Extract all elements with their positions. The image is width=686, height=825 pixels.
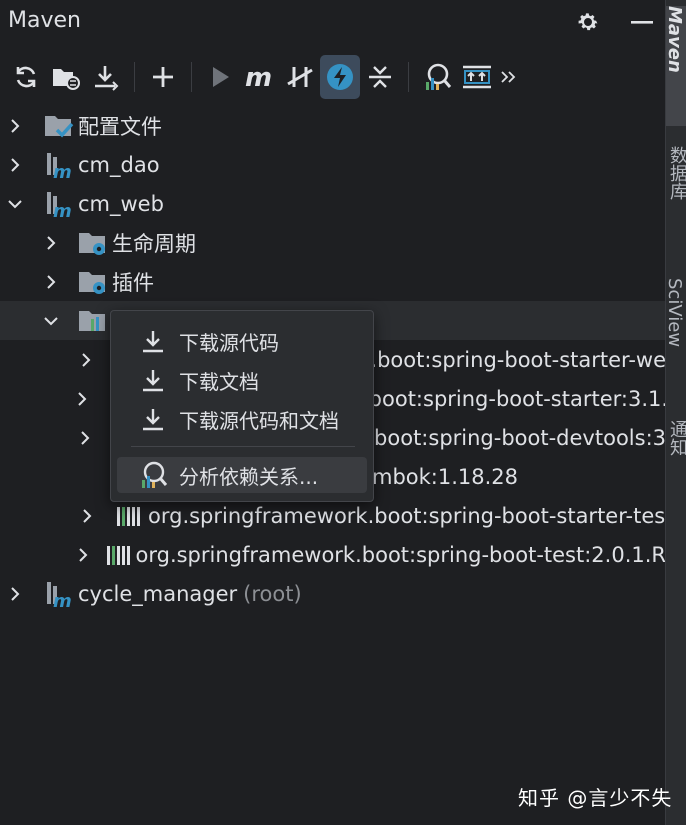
minimize-icon[interactable] [628,8,656,36]
strip-tab-sciview[interactable]: SciView [666,278,686,388]
menu-item-download-sources[interactable]: 下载源代码 [117,323,367,359]
chevron-right-icon[interactable] [74,347,98,373]
chevron-right-icon[interactable] [38,230,64,256]
chevron-right-icon[interactable] [74,542,92,568]
menu-item-analyze-dependencies[interactable]: 分析依赖关系... [117,457,367,493]
reload-icon[interactable] [6,55,46,99]
dependencies-folder-icon [76,306,110,336]
right-tool-strip: Maven 数据库 SciView 通知 [665,0,686,825]
download-icon[interactable] [86,55,126,99]
chevron-right-icon[interactable] [74,503,100,529]
run-icon[interactable] [200,55,240,99]
settings-gear-icon[interactable] [574,8,602,36]
tree-node-label: cm_web [78,191,164,216]
chevron-right-icon[interactable] [2,152,28,178]
maven-toolbar: m [0,52,666,102]
tree-node-label: org.springframework.boot:spring-boot-tes… [135,542,667,567]
analyze-dependencies-icon [133,460,173,490]
tree-node-lifecycle[interactable]: 生命周期 [0,223,666,262]
tree-node-label: .boot:spring-boot-devtools:3 [367,425,666,450]
tree-node-label: 插件 [112,270,154,295]
svg-text:m: m [53,162,72,179]
menu-item-label: 下载源代码和文档 [179,408,339,433]
toggle-offline-icon[interactable] [280,55,320,99]
tree-node-dependency[interactable]: org.springframework.boot:spring-boot-tes… [0,535,666,574]
library-icon [104,540,134,570]
maven-module-icon: m [42,579,76,609]
analyze-dependencies-icon[interactable] [417,55,457,99]
strip-tab-database[interactable]: 数据库 [666,146,686,246]
menu-item-label: 分析依赖关系... [179,464,319,489]
svg-text:m: m [245,63,272,91]
tree-node-label: 生命周期 [112,231,196,256]
menu-item-download-docs[interactable]: 下载文档 [117,362,367,398]
tree-node-module[interactable]: m cycle_manager (root) [0,574,666,613]
maven-module-icon: m [42,189,76,219]
watermark: 知乎 @言少不失 [518,786,673,810]
tree-node-label: .boot:spring-boot-starter:3.1. [362,386,666,411]
chevron-right-icon[interactable] [74,386,90,412]
menu-item-download-sources-and-docs[interactable]: 下载源代码和文档 [117,401,367,437]
tree-node-label: mbok:1.18.28 [372,464,519,489]
profiles-folder-icon [42,111,76,141]
tree-node-label: 配置文件 [78,114,162,139]
svg-text:m: m [53,201,72,218]
tree-node-profiles[interactable]: 配置文件 [0,106,666,145]
chevron-right-icon[interactable] [74,425,95,451]
strip-tab-maven[interactable]: Maven [666,6,686,126]
more-icon[interactable] [497,55,521,99]
show-dependencies-icon[interactable] [457,55,497,99]
root-suffix: (root) [243,581,302,606]
chevron-right-icon[interactable] [38,269,64,295]
maven-module-icon: m [42,150,76,180]
tool-window-title: Maven [8,8,81,33]
collapse-all-icon[interactable] [360,55,400,99]
add-icon[interactable] [143,55,183,99]
tree-node-label: cm_dao [78,152,160,177]
menu-separator [131,446,355,447]
tree-node-module[interactable]: m cm_dao [0,145,666,184]
tree-node-label: .boot:spring-boot-starter-we [370,347,666,372]
download-icon [133,365,173,395]
chevron-down-icon[interactable] [38,308,64,334]
svg-text:m: m [53,591,72,608]
plugins-folder-gear-icon [76,267,110,297]
menu-item-label: 下载源代码 [179,330,279,355]
chevron-right-icon[interactable] [2,113,28,139]
tree-node-label: cycle_manager [78,581,238,606]
library-icon [112,501,146,531]
generate-sources-icon[interactable] [46,55,86,99]
menu-item-label: 下载文档 [179,369,259,394]
tool-window-header: Maven [0,0,666,46]
context-menu: 下载源代码 下载文档 下载源代码和文档 分析依赖关系... [110,310,374,502]
execute-maven-goal-icon[interactable]: m [240,55,280,99]
download-icon [133,326,173,356]
download-icon [133,404,173,434]
lifecycle-folder-gear-icon [76,228,110,258]
chevron-right-icon[interactable] [2,581,28,607]
tree-node-label: org.springframework.boot:spring-boot-sta… [148,503,666,528]
tree-node-module[interactable]: m cm_web [0,184,666,223]
tree-node-plugins[interactable]: 插件 [0,262,666,301]
strip-tab-notifications[interactable]: 通知 [666,420,686,500]
skip-tests-icon[interactable] [320,55,360,99]
chevron-down-icon[interactable] [2,191,28,217]
